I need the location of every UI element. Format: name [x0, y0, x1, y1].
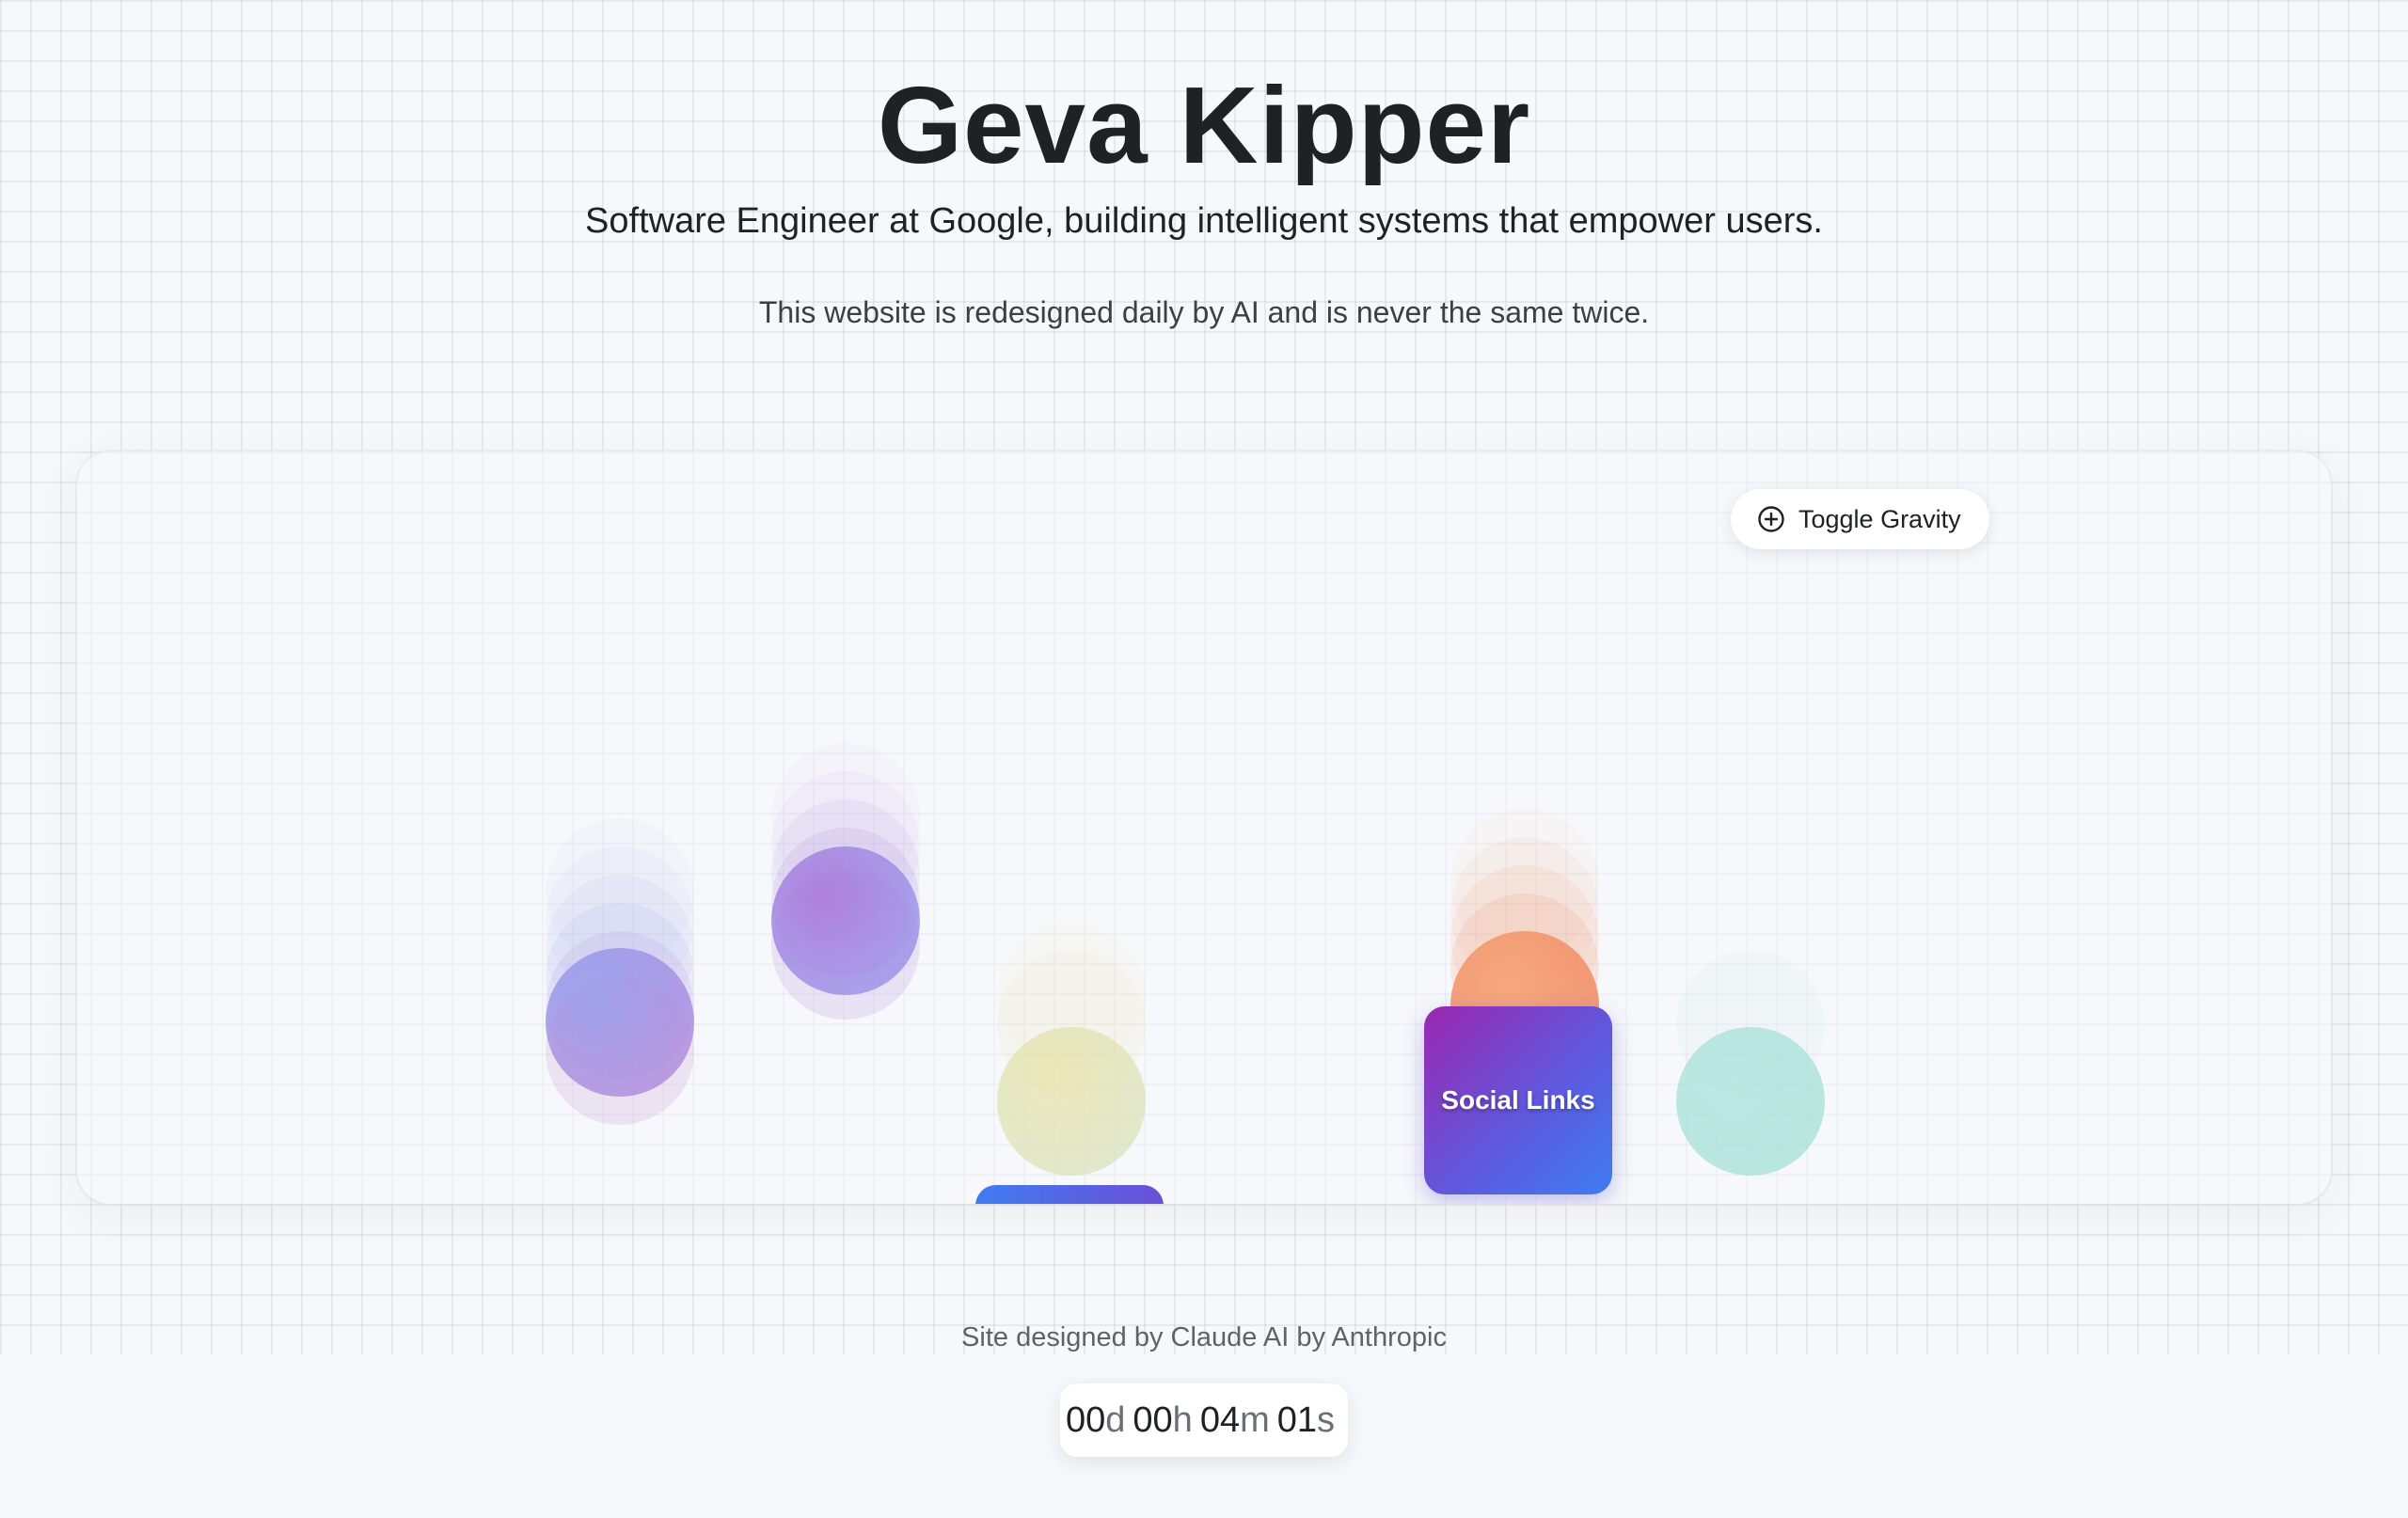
- page-tagline: This website is redesigned daily by AI a…: [758, 295, 1650, 329]
- ball[interactable]: [997, 1027, 1146, 1176]
- ball[interactable]: [1676, 1027, 1825, 1176]
- toggle-gravity-label: Toggle Gravity: [1798, 504, 1961, 533]
- page: Geva Kipper Software Engineer at Google,…: [0, 0, 2408, 1518]
- timer-minutes-unit: m: [1240, 1399, 1270, 1440]
- timer-seconds-unit: s: [1317, 1399, 1336, 1440]
- timer-hours-value: 00: [1133, 1399, 1173, 1440]
- ball-trail: [771, 871, 920, 1020]
- social-links-label: Social Links: [1441, 1085, 1595, 1115]
- footer-credit: Site designed by Claude AI by Anthropic: [961, 1322, 1447, 1352]
- timer-seconds-value: 01: [1276, 1399, 1318, 1440]
- ball-trail: [546, 976, 694, 1125]
- timer-days-unit: d: [1105, 1399, 1126, 1440]
- physics-playground[interactable]: Social Links Toggle Gravity: [77, 451, 2331, 1204]
- page-title: Geva Kipper: [877, 64, 1531, 186]
- uptime-timer: 00 d 00 h 04 m 01 s: [1060, 1384, 1348, 1457]
- social-links-card[interactable]: Social Links: [1424, 1006, 1612, 1194]
- toggle-gravity-button[interactable]: Toggle Gravity: [1731, 489, 1989, 549]
- blue-card[interactable]: [975, 1185, 1164, 1204]
- page-subtitle: Software Engineer at Google, building in…: [585, 201, 1823, 241]
- timer-days-value: 00: [1065, 1399, 1106, 1440]
- plus-circle-icon: [1758, 506, 1784, 532]
- timer-minutes-value: 04: [1199, 1399, 1241, 1440]
- timer-hours-unit: h: [1172, 1399, 1193, 1440]
